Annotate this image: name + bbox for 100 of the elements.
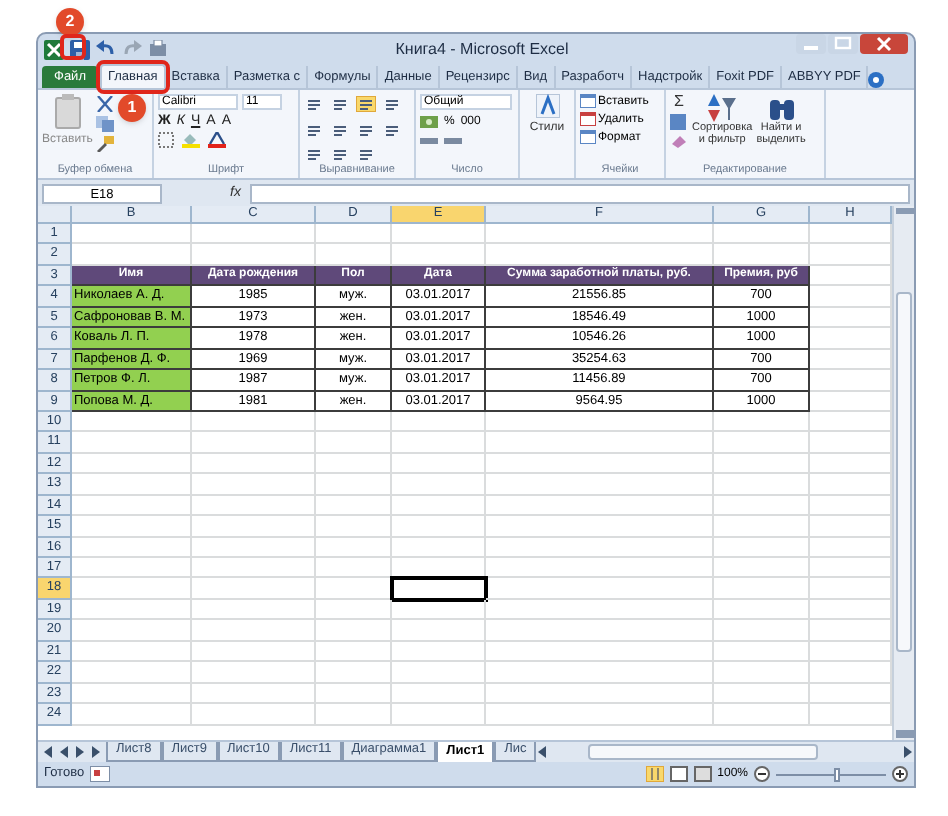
- zoom-out-icon[interactable]: [754, 766, 770, 782]
- empty-cell[interactable]: [714, 620, 810, 642]
- empty-cell[interactable]: [714, 537, 810, 558]
- text-orientation-icon[interactable]: [356, 146, 376, 162]
- empty-cell[interactable]: [392, 537, 486, 558]
- empty-cell[interactable]: [486, 558, 714, 579]
- empty-cell[interactable]: [316, 641, 392, 663]
- empty-cell[interactable]: [714, 578, 810, 600]
- vertical-scrollbar[interactable]: [892, 206, 914, 740]
- empty-cell[interactable]: [486, 495, 714, 517]
- empty-cell[interactable]: [486, 516, 714, 538]
- empty-cell[interactable]: [192, 224, 316, 245]
- empty-cell[interactable]: [714, 411, 810, 433]
- horizontal-scrollbar[interactable]: [588, 744, 819, 760]
- empty-cell[interactable]: [316, 224, 392, 245]
- decrease-indent-icon[interactable]: [304, 146, 324, 162]
- empty-cell[interactable]: [714, 558, 810, 579]
- align-middle-icon[interactable]: [330, 96, 350, 112]
- eraser-icon[interactable]: [670, 134, 688, 148]
- empty-cell[interactable]: [392, 516, 486, 538]
- empty-cell[interactable]: [192, 641, 316, 663]
- empty-cell[interactable]: [192, 432, 316, 454]
- format-painter-icon[interactable]: [96, 136, 115, 152]
- empty-cell[interactable]: [392, 432, 486, 454]
- empty-cell[interactable]: [486, 662, 714, 684]
- empty-cell[interactable]: [392, 599, 486, 621]
- empty-cell[interactable]: [192, 411, 316, 433]
- select-all-corner[interactable]: [38, 206, 72, 224]
- empty-cell[interactable]: [316, 495, 392, 517]
- empty-cell[interactable]: [316, 537, 392, 558]
- empty-cell[interactable]: [392, 495, 486, 517]
- currency-icon[interactable]: [420, 114, 438, 130]
- wrap-text-icon[interactable]: [382, 96, 402, 112]
- empty-cell[interactable]: [486, 537, 714, 558]
- help-icon[interactable]: [868, 72, 885, 88]
- maximize-icon[interactable]: [828, 34, 858, 54]
- copy-icon[interactable]: [96, 116, 115, 132]
- empty-cell[interactable]: [316, 704, 392, 725]
- align-bottom-icon[interactable]: [356, 96, 376, 112]
- empty-cell[interactable]: [316, 411, 392, 433]
- empty-cell[interactable]: [316, 620, 392, 642]
- empty-cell[interactable]: [392, 453, 486, 475]
- next-sheet-icon[interactable]: [74, 746, 86, 758]
- empty-cell[interactable]: [392, 683, 486, 705]
- empty-cell[interactable]: [486, 224, 714, 245]
- active-cell[interactable]: [392, 578, 486, 600]
- empty-cell[interactable]: [316, 558, 392, 579]
- empty-cell[interactable]: [714, 516, 810, 538]
- empty-cell[interactable]: [392, 704, 486, 725]
- first-sheet-icon[interactable]: [42, 746, 54, 758]
- empty-cell[interactable]: [192, 516, 316, 538]
- empty-cell[interactable]: [486, 599, 714, 621]
- empty-cell[interactable]: [392, 224, 486, 245]
- increase-indent-icon[interactable]: [330, 146, 350, 162]
- empty-cell[interactable]: [192, 704, 316, 725]
- empty-cell[interactable]: [316, 683, 392, 705]
- empty-cell[interactable]: [714, 662, 810, 684]
- empty-cell[interactable]: [714, 704, 810, 725]
- empty-cell[interactable]: [316, 474, 392, 496]
- empty-cell[interactable]: [486, 620, 714, 642]
- normal-view-icon[interactable]: [645, 766, 664, 782]
- cut-icon[interactable]: [96, 96, 115, 112]
- empty-cell[interactable]: [486, 578, 714, 600]
- empty-cell[interactable]: [486, 411, 714, 433]
- borders-icon[interactable]: [158, 132, 174, 148]
- empty-cell[interactable]: [486, 683, 714, 705]
- slider-thumb[interactable]: [833, 767, 840, 781]
- fill-color-icon[interactable]: [182, 132, 200, 148]
- minimize-icon[interactable]: [796, 34, 826, 54]
- close-icon[interactable]: [860, 34, 908, 54]
- empty-cell[interactable]: [316, 453, 392, 475]
- autosum-button[interactable]: Σ: [670, 94, 688, 110]
- empty-cell[interactable]: [316, 662, 392, 684]
- previous-sheet-icon[interactable]: [58, 746, 70, 758]
- page-layout-icon[interactable]: [669, 766, 688, 782]
- empty-cell[interactable]: [192, 599, 316, 621]
- macro-record-icon[interactable]: [90, 766, 111, 782]
- empty-cell[interactable]: [192, 453, 316, 475]
- empty-cell[interactable]: [392, 411, 486, 433]
- empty-cell[interactable]: [192, 537, 316, 558]
- align-right-icon[interactable]: [356, 121, 376, 137]
- empty-cell[interactable]: [192, 474, 316, 496]
- formula-field[interactable]: [250, 183, 910, 203]
- merge-cells-icon[interactable]: [382, 121, 402, 137]
- align-left-icon[interactable]: [304, 121, 324, 137]
- undo-icon[interactable]: [96, 40, 116, 58]
- empty-cell[interactable]: [392, 641, 486, 663]
- empty-cell[interactable]: [486, 641, 714, 663]
- empty-cell[interactable]: [714, 599, 810, 621]
- empty-cell[interactable]: [486, 432, 714, 454]
- last-sheet-icon[interactable]: [90, 746, 102, 758]
- empty-cell[interactable]: [714, 453, 810, 475]
- increase-decimal-icon[interactable]: [420, 134, 438, 148]
- empty-cell[interactable]: [486, 474, 714, 496]
- empty-cell[interactable]: [192, 558, 316, 579]
- empty-cell[interactable]: [486, 453, 714, 475]
- empty-cell[interactable]: [192, 495, 316, 517]
- empty-cell[interactable]: [486, 704, 714, 725]
- empty-cell[interactable]: [714, 495, 810, 517]
- page-break-icon[interactable]: [693, 766, 712, 782]
